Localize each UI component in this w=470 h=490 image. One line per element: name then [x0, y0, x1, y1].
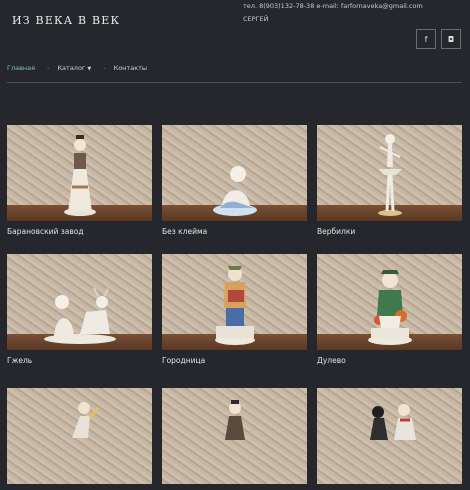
instagram-button[interactable]: ◘: [441, 29, 461, 49]
facebook-icon: f: [424, 34, 428, 44]
card-caption[interactable]: Гжель: [7, 356, 152, 365]
catalog-card[interactable]: Гжель: [7, 254, 152, 365]
catalog-card[interactable]: Городница: [162, 254, 307, 365]
catalog-card[interactable]: [317, 388, 462, 490]
user-name[interactable]: СЕРГЕЙ: [243, 13, 423, 26]
nav-item-catalog[interactable]: Каталог ▼: [57, 64, 91, 72]
card-caption[interactable]: Городница: [162, 356, 307, 365]
product-photo[interactable]: [162, 254, 307, 350]
catalog-card[interactable]: Без клейма: [162, 125, 307, 236]
product-photo[interactable]: [317, 388, 462, 484]
contact-line: тел. 8(903)132-78-38 e-mail: farfornavek…: [243, 2, 423, 10]
site-logo[interactable]: Из века в век: [12, 14, 120, 27]
card-caption[interactable]: Без клейма: [162, 227, 307, 236]
card-caption[interactable]: Барановский завод: [7, 227, 152, 236]
catalog-card[interactable]: Вербилки: [317, 125, 462, 236]
nav-item-home[interactable]: Главная: [7, 64, 35, 72]
catalog-card[interactable]: [162, 388, 307, 490]
nav-item-catalog-label: Каталог: [57, 64, 86, 72]
product-photo[interactable]: [7, 125, 152, 221]
product-photo[interactable]: [162, 125, 307, 221]
card-caption[interactable]: Вербилки: [317, 227, 462, 236]
nav-separator: -: [47, 64, 50, 72]
facebook-button[interactable]: f: [416, 29, 436, 49]
product-photo[interactable]: [162, 388, 307, 484]
catalog-card[interactable]: [7, 388, 152, 490]
main-nav: Главная - Каталог ▼ - Контакты: [7, 64, 147, 72]
instagram-icon: ◘: [447, 34, 455, 44]
contact-block: тел. 8(903)132-78-38 e-mail: farfornavek…: [243, 0, 423, 26]
nav-divider: [7, 82, 462, 83]
chevron-down-icon: ▼: [87, 66, 92, 72]
nav-item-contacts[interactable]: Контакты: [114, 64, 147, 72]
catalog-card[interactable]: Дулево: [317, 254, 462, 365]
product-photo[interactable]: [7, 254, 152, 350]
product-photo[interactable]: [7, 388, 152, 484]
nav-separator: -: [103, 64, 106, 72]
catalog-card[interactable]: Барановский завод: [7, 125, 152, 236]
product-photo[interactable]: [317, 254, 462, 350]
product-photo[interactable]: [317, 125, 462, 221]
card-caption[interactable]: Дулево: [317, 356, 462, 365]
